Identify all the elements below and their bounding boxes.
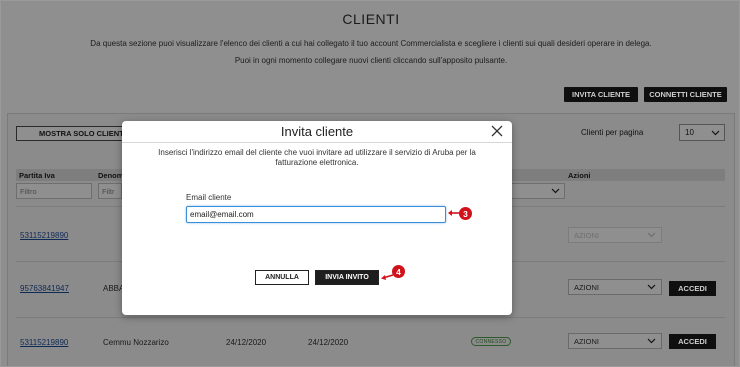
app-window: CLIENTI Da questa sezione puoi visualizz… [0,0,740,367]
invite-client-dialog: Invita cliente Inserisci l'indirizzo ema… [122,121,512,315]
intro-text: Da questa sezione puoi visualizzare l'el… [90,39,652,48]
denominazione-filter-input[interactable]: Filtr [98,183,122,199]
piva-filter-input[interactable]: Filtro [16,183,92,199]
actions-select[interactable]: AZIONI [568,279,662,295]
actions-select[interactable]: AZIONI [568,333,662,349]
actions-label: AZIONI [574,282,600,292]
header-denominazione: Denom [98,171,124,180]
dialog-description: Inserisci l'indirizzo email del cliente … [158,148,476,167]
dialog-title: Invita cliente [280,124,354,139]
dialog-divider [122,142,512,143]
step-4-marker: 4 [392,265,405,278]
header-azioni: Azioni [568,171,591,180]
accedi-button[interactable]: ACCEDI [669,281,716,296]
chevron-down-icon [647,284,656,290]
denominazione-cell: Cemmu Nozzarizo [103,338,169,347]
piva-link[interactable]: 53115219890 [20,338,68,347]
actions-select[interactable]: AZIONI [568,227,662,243]
close-icon[interactable] [490,124,504,138]
chevron-down-icon [647,338,656,344]
per-page-select[interactable]: 10 [679,124,725,141]
intro-text-2: Puoi in ogni momento collegare nuovi cli… [234,56,508,65]
date-cell: 24/12/2020 [308,338,349,347]
step-3-marker: 3 [459,207,472,220]
piva-link[interactable]: 53115219890 [20,231,68,240]
actions-label: AZIONI [574,230,600,240]
status-filter-select[interactable] [511,183,565,199]
chevron-down-icon [647,232,656,238]
status-badge: CONNESSO [471,337,511,346]
per-page-label: Clienti per pagina [581,128,644,137]
row-divider [16,317,725,318]
piva-link[interactable]: 95763841947 [20,284,69,293]
send-invite-button[interactable]: INVIA INVITO [315,270,379,285]
email-label: Email cliente [186,193,232,202]
chevron-down-icon [711,130,720,135]
email-field[interactable] [186,206,446,223]
cancel-button[interactable]: ANNULLA [255,270,309,285]
header-partita-iva: Partita Iva [19,171,55,180]
chevron-down-icon [551,188,560,194]
show-only-clients-button[interactable]: MOSTRA SOLO CLIENTI C [16,126,126,141]
actions-label: AZIONI [574,336,600,346]
connect-client-button[interactable]: CONNETTI CLIENTE [644,87,727,102]
invite-client-button[interactable]: INVITA CLIENTE [564,87,638,102]
accedi-button[interactable]: ACCEDI [669,334,716,349]
per-page-value: 10 [685,128,694,137]
page-title: CLIENTI [342,11,400,27]
date-cell: 24/12/2020 [226,338,267,347]
